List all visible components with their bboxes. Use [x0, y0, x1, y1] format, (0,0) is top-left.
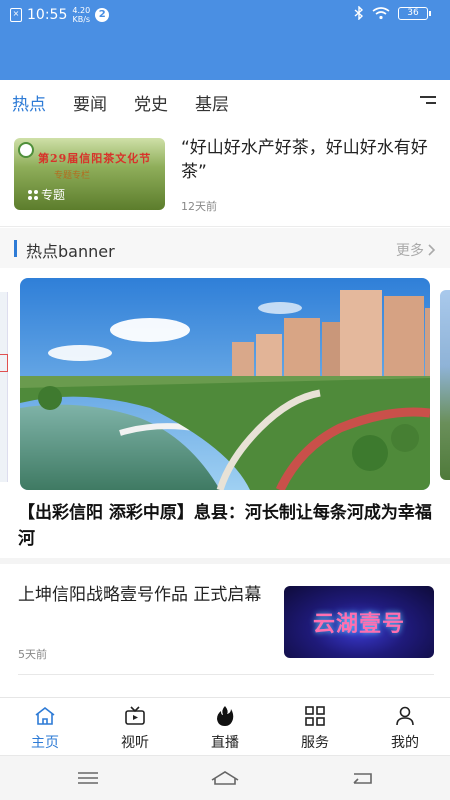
- topic-tag: 专题: [28, 186, 65, 203]
- flame-icon: [214, 705, 236, 727]
- notification-badge: 2: [95, 8, 110, 22]
- divider: [0, 226, 450, 227]
- tab-hot[interactable]: 热点: [12, 90, 46, 115]
- system-nav-bar: [0, 755, 450, 800]
- banner-image[interactable]: [20, 278, 430, 490]
- grid-icon: [304, 705, 326, 727]
- category-tabs: 热点 要闻 党史 基层: [0, 80, 450, 124]
- next-banner-peek[interactable]: [440, 290, 450, 480]
- bluetooth-icon: [354, 6, 364, 20]
- battery-icon: 36: [398, 6, 431, 20]
- nav-services[interactable]: 服务: [270, 698, 360, 755]
- banner-photo: [20, 278, 430, 490]
- tab-news[interactable]: 要闻: [73, 90, 107, 115]
- chevron-right-icon: [428, 244, 436, 256]
- section-header: 热点banner 更多: [0, 228, 450, 268]
- tab-party-history[interactable]: 党史: [134, 90, 168, 115]
- home-button-icon[interactable]: [210, 768, 240, 788]
- article-time: 5天前: [18, 648, 47, 661]
- section-accent-bar: [14, 240, 17, 257]
- article-title[interactable]: 上坤信阳战略壹号作品 正式启幕: [18, 584, 274, 606]
- thumbnail-text: 云湖壹号: [312, 612, 405, 637]
- divider: [18, 674, 434, 675]
- sim-icon: ×: [10, 8, 22, 22]
- video-icon: [124, 705, 146, 727]
- nav-home[interactable]: 主页: [0, 698, 90, 755]
- status-bar: × 10:55 4.20 KB/s 2 36: [0, 0, 450, 30]
- menu-icon[interactable]: [420, 96, 436, 108]
- nav-live[interactable]: 直播: [180, 698, 270, 755]
- nav-me[interactable]: 我的: [360, 698, 450, 755]
- article-time: 12天前: [181, 200, 217, 213]
- thumbnail-subtitle: 专题专栏: [54, 171, 91, 181]
- more-link[interactable]: 更多: [396, 240, 436, 260]
- app-header: [0, 30, 450, 80]
- network-speed: 4.20 KB/s: [72, 6, 91, 24]
- nav-video[interactable]: 视听: [90, 698, 180, 755]
- tab-grassroots[interactable]: 基层: [195, 90, 229, 115]
- bottom-nav: 主页 视听 直播 服务 我的: [0, 697, 450, 755]
- wifi-icon: [372, 6, 390, 19]
- article-thumbnail: 第29届信阳茶文化节 专题专栏 专题: [14, 138, 165, 210]
- article-thumbnail: 云湖壹号: [284, 586, 434, 658]
- list-item[interactable]: 上坤信阳战略壹号作品 正式启幕 5天前 云湖壹号: [0, 564, 450, 674]
- menu-lines-icon[interactable]: [76, 768, 100, 788]
- thumbnail-title: 第29届信阳茶文化节: [38, 152, 152, 165]
- banner-carousel[interactable]: [0, 268, 450, 498]
- user-icon: [394, 705, 416, 727]
- logo-icon: [18, 142, 34, 158]
- back-icon[interactable]: [350, 768, 374, 788]
- topic-icon: [28, 189, 38, 200]
- previous-banner-peek[interactable]: [0, 292, 8, 482]
- banner-caption[interactable]: 【出彩信阳 添彩中原】息县：河长制让每条河成为幸福河: [18, 500, 438, 552]
- home-icon: [34, 705, 56, 727]
- article-title[interactable]: “好山好水产好茶，好山好水有好茶”: [181, 136, 439, 184]
- status-time: 10:55: [27, 7, 68, 23]
- list-item[interactable]: 第29届信阳茶文化节 专题专栏 专题 “好山好水产好茶，好山好水有好茶” 12天…: [0, 124, 450, 226]
- section-title: 热点banner: [26, 242, 115, 261]
